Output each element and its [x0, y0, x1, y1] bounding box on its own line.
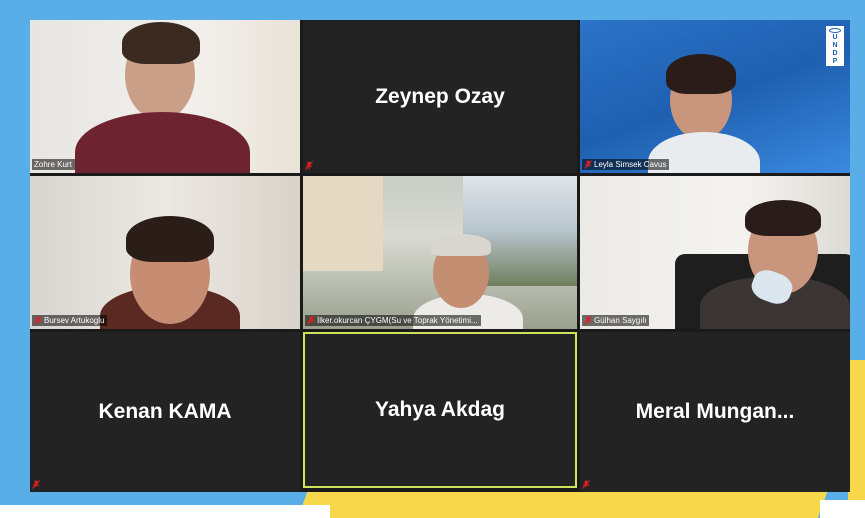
participant-tile-yahya-active-speaker[interactable]: Yahya Akdag	[303, 332, 577, 488]
participant-tile-leyla[interactable]: U N D P Leyla Simsek Cavus	[580, 20, 850, 173]
participant-tile-zohre[interactable]: Zohre Kurt	[30, 20, 300, 173]
participant-name-label: Gülhan Saygılı	[582, 315, 650, 326]
un-globe-icon	[829, 28, 841, 33]
participant-name: Leyla Simsek Cavus	[594, 160, 667, 169]
participant-name: Bursev Artukoglu	[44, 316, 105, 325]
undp-logo: U N D P	[826, 26, 844, 66]
participant-tile-kenan[interactable]: Kenan KAMA	[30, 332, 300, 492]
mic-muted-icon	[32, 480, 40, 489]
mic-muted-icon	[582, 480, 590, 489]
decorative-yellow-band-bottom	[292, 492, 828, 518]
mic-muted-icon	[34, 316, 42, 325]
meeting-window: Zohre Kurt Zeynep Ozay U N D P Leyla Sim…	[0, 0, 865, 518]
participant-name-display: Yahya Akdag	[375, 398, 505, 421]
participant-name-label: Leyla Simsek Cavus	[582, 159, 670, 170]
logo-letter: P	[832, 58, 838, 65]
mic-muted-icon	[584, 316, 592, 325]
participant-video	[303, 176, 577, 329]
participant-tile-meral[interactable]: Meral Mungan...	[580, 332, 850, 492]
mic-muted-icon	[305, 161, 313, 170]
participant-video	[580, 176, 850, 329]
logo-letter: N	[832, 42, 838, 49]
participant-tile-bursev[interactable]: Bursev Artukoglu	[30, 176, 300, 329]
decorative-yellow-band-right	[848, 360, 865, 518]
decorative-white-corner	[820, 500, 865, 518]
participant-name-label: Bursev Artukoglu	[32, 315, 108, 326]
participant-tile-gulhan[interactable]: Gülhan Saygılı	[580, 176, 850, 329]
participant-name-label: Zohre Kurt	[32, 159, 75, 170]
participant-name: Gülhan Saygılı	[594, 316, 647, 325]
mic-muted-icon	[307, 316, 315, 325]
participant-name-display: Meral Mungan...	[635, 400, 795, 423]
decorative-white-band	[0, 505, 330, 518]
participant-tile-ilker[interactable]: İlker.okurcan ÇYGM(Su ve Toprak Yönetimi…	[303, 176, 577, 329]
logo-letter: D	[832, 50, 838, 57]
participant-video	[580, 20, 850, 173]
participant-video	[30, 20, 300, 173]
gallery-grid: Zohre Kurt Zeynep Ozay U N D P Leyla Sim…	[30, 20, 850, 492]
participant-name: Zohre Kurt	[34, 160, 72, 169]
participant-name-display: Zeynep Ozay	[375, 84, 505, 108]
participant-tile-zeynep[interactable]: Zeynep Ozay	[303, 20, 577, 173]
mic-muted-icon	[584, 160, 592, 169]
participant-name-label: İlker.okurcan ÇYGM(Su ve Toprak Yönetimi…	[305, 315, 481, 326]
participant-name: İlker.okurcan ÇYGM(Su ve Toprak Yönetimi…	[317, 316, 478, 325]
participant-video	[30, 176, 300, 329]
logo-letter: U	[832, 34, 838, 41]
participant-name-display: Kenan KAMA	[98, 400, 232, 423]
